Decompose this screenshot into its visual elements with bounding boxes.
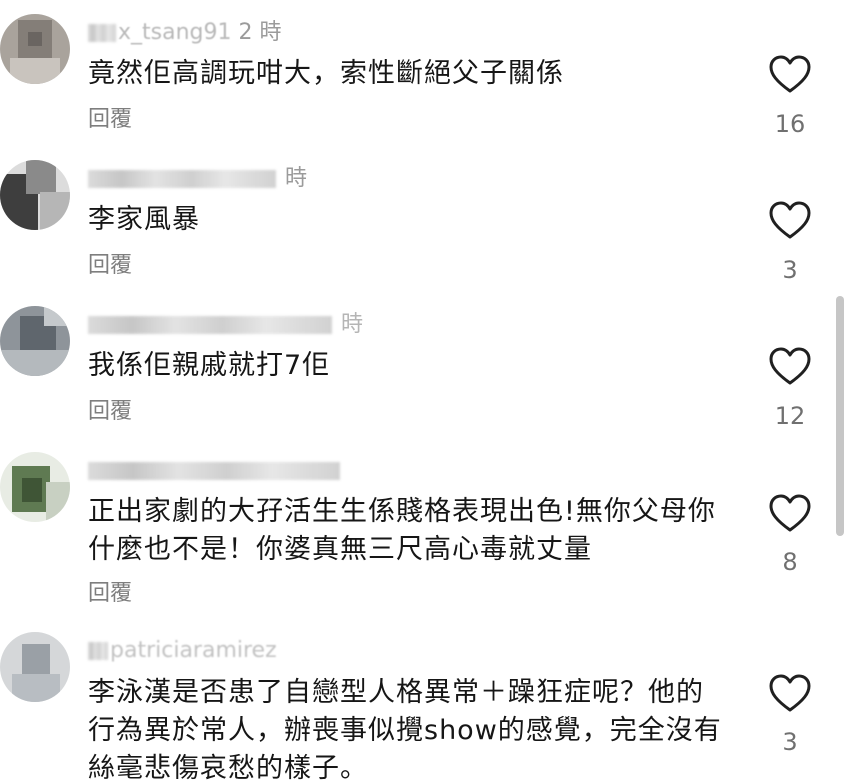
username-visible: x_tsang91 <box>118 20 232 45</box>
username-visible: patriciaramirez <box>110 638 277 663</box>
heart-icon <box>769 674 811 712</box>
like-count: 3 <box>782 728 798 756</box>
comment-list: x_tsang91 2 時 竟然佢高調玩咁大，索性斷絕父子關係 回覆 16 時 … <box>0 0 850 784</box>
comment-text: 李家風暴 <box>88 204 200 235</box>
comment-text: 李泳漢是否患了自戀型人格異常＋躁狂症呢？他的行為異於常人，辦喪事似攪show的感… <box>88 677 722 784</box>
like-count: 8 <box>782 548 798 576</box>
like-count: 3 <box>782 256 798 284</box>
username[interactable]: 時 <box>88 312 363 338</box>
heart-icon <box>769 55 811 93</box>
reply-button[interactable]: 回覆 <box>88 106 132 134</box>
like-button[interactable] <box>766 490 814 538</box>
username[interactable]: patriciaramirez <box>88 638 277 664</box>
comment-text: 正出家劇的大孖活生生係賤格表現出色!無你父母你什麼也不是！你婆真無三尺高心毒就丈… <box>88 496 716 565</box>
blurred-username <box>88 170 276 188</box>
reply-button[interactable]: 回覆 <box>88 252 132 280</box>
heart-icon <box>769 201 811 239</box>
avatar[interactable] <box>0 160 70 230</box>
like-button[interactable] <box>766 670 814 718</box>
reply-button[interactable]: 回覆 <box>88 580 132 608</box>
comment-time: 2 時 <box>238 20 282 45</box>
comment-text: 竟然佢高調玩咁大，索性斷絕父子關係 <box>88 58 564 89</box>
scrollbar-thumb[interactable] <box>836 296 844 536</box>
username[interactable] <box>88 458 342 484</box>
heart-icon <box>769 494 811 532</box>
heart-icon <box>769 347 811 385</box>
blurred-username-prefix <box>88 24 116 42</box>
like-button[interactable] <box>766 343 814 391</box>
username[interactable]: 時 <box>88 166 307 192</box>
like-count: 12 <box>774 402 806 430</box>
avatar[interactable] <box>0 306 70 376</box>
avatar[interactable] <box>0 452 70 522</box>
like-button[interactable] <box>766 51 814 99</box>
blurred-username-prefix <box>88 642 108 660</box>
comment-text: 我係佢親戚就打7佢 <box>88 350 331 381</box>
avatar[interactable] <box>0 632 70 702</box>
like-count: 16 <box>774 110 806 138</box>
avatar[interactable] <box>0 14 70 84</box>
comment-time: 時 <box>285 166 308 191</box>
like-button[interactable] <box>766 197 814 245</box>
username[interactable]: x_tsang91 2 時 <box>88 20 282 46</box>
comment-time: 時 <box>341 312 364 337</box>
blurred-username <box>88 316 332 334</box>
blurred-username <box>88 462 340 480</box>
reply-button[interactable]: 回覆 <box>88 398 132 426</box>
